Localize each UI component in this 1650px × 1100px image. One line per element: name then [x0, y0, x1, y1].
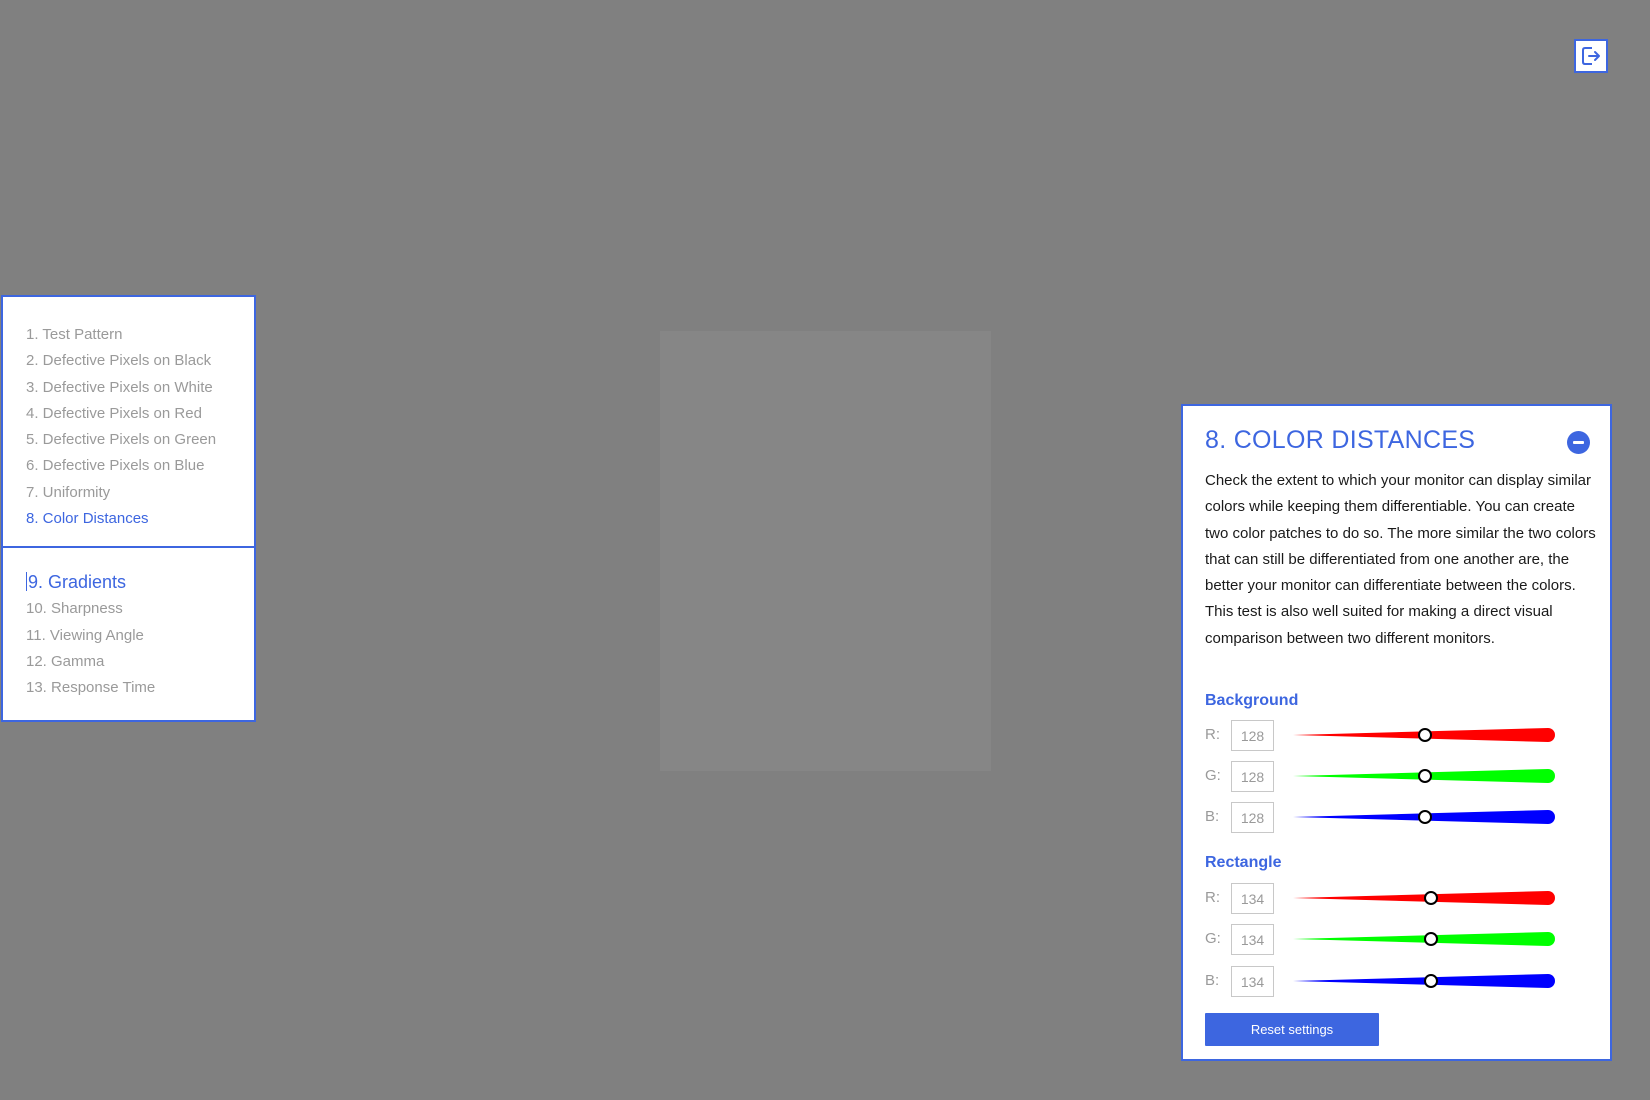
nav-item-defective-pixels-black[interactable]: 2. Defective Pixels on Black — [26, 348, 254, 374]
test-navigation: 1. Test Pattern 2. Defective Pixels on B… — [1, 295, 256, 722]
exit-fullscreen-button[interactable] — [1574, 39, 1608, 73]
slider-handle[interactable] — [1417, 810, 1432, 824]
panel-title: 8. COLOR DISTANCES — [1205, 426, 1476, 454]
text-cursor — [26, 572, 27, 592]
nav-item-gradients-label: 9. Gradients — [28, 572, 127, 593]
nav-item-test-pattern[interactable]: 1. Test Pattern — [26, 322, 254, 348]
settings-panel: 8. COLOR DISTANCES Check the extent to w… — [1181, 404, 1612, 1061]
reset-settings-button[interactable]: Reset settings — [1205, 1013, 1379, 1046]
background-green-input[interactable] — [1231, 761, 1274, 792]
background-red-row: R: — [1205, 720, 1585, 752]
channel-label-b: B: — [1205, 972, 1220, 989]
background-blue-row: B: — [1205, 802, 1585, 834]
background-green-row: G: — [1205, 761, 1585, 793]
channel-label-r: R: — [1205, 726, 1220, 743]
minus-circle-icon[interactable] — [1567, 431, 1590, 454]
nav-item-gradients[interactable]: 9. Gradients — [26, 568, 254, 596]
background-red-slider[interactable] — [1293, 724, 1555, 746]
nav-item-uniformity[interactable]: 7. Uniformity — [26, 480, 254, 506]
rectangle-green-row: G: — [1205, 924, 1585, 956]
rectangle-red-input[interactable] — [1231, 883, 1274, 914]
nav-item-sharpness[interactable]: 10. Sharpness — [26, 596, 254, 622]
nav-item-viewing-angle[interactable]: 11. Viewing Angle — [26, 623, 254, 649]
background-red-input[interactable] — [1231, 720, 1274, 751]
nav-section-1: 1. Test Pattern 2. Defective Pixels on B… — [3, 297, 254, 546]
slider-handle[interactable] — [1417, 728, 1432, 742]
rectangle-red-row: R: — [1205, 883, 1585, 915]
slider-handle[interactable] — [1423, 932, 1438, 946]
nav-item-defective-pixels-green[interactable]: 5. Defective Pixels on Green — [26, 427, 254, 453]
nav-item-response-time[interactable]: 13. Response Time — [26, 675, 254, 701]
background-section-label: Background — [1205, 692, 1299, 709]
channel-label-b: B: — [1205, 808, 1220, 825]
background-green-slider[interactable] — [1293, 765, 1555, 787]
slider-handle[interactable] — [1423, 974, 1438, 988]
panel-description: Check the extent to which your monitor c… — [1205, 472, 1596, 647]
nav-section-2: 9. Gradients 10. Sharpness 11. Viewing A… — [3, 546, 254, 719]
rectangle-red-slider[interactable] — [1293, 887, 1555, 909]
nav-item-gamma[interactable]: 12. Gamma — [26, 649, 254, 675]
nav-item-defective-pixels-red[interactable]: 4. Defective Pixels on Red — [26, 401, 254, 427]
channel-label-g: G: — [1205, 930, 1221, 947]
rectangle-blue-slider[interactable] — [1293, 970, 1555, 992]
rectangle-blue-input[interactable] — [1231, 966, 1274, 997]
rectangle-green-input[interactable] — [1231, 924, 1274, 955]
rectangle-green-slider[interactable] — [1293, 928, 1555, 950]
channel-label-g: G: — [1205, 767, 1221, 784]
nav-item-defective-pixels-white[interactable]: 3. Defective Pixels on White — [26, 375, 254, 401]
background-blue-slider[interactable] — [1293, 806, 1555, 828]
background-blue-input[interactable] — [1231, 802, 1274, 833]
nav-item-defective-pixels-blue[interactable]: 6. Defective Pixels on Blue — [26, 453, 254, 479]
rectangle-section-label: Rectangle — [1205, 854, 1282, 871]
exit-fullscreen-icon — [1582, 47, 1600, 65]
channel-label-r: R: — [1205, 889, 1220, 906]
slider-handle[interactable] — [1417, 769, 1432, 783]
nav-item-color-distances[interactable]: 8. Color Distances — [26, 506, 254, 532]
color-rectangle — [660, 331, 991, 771]
slider-handle[interactable] — [1423, 891, 1438, 905]
rectangle-blue-row: B: — [1205, 966, 1585, 998]
